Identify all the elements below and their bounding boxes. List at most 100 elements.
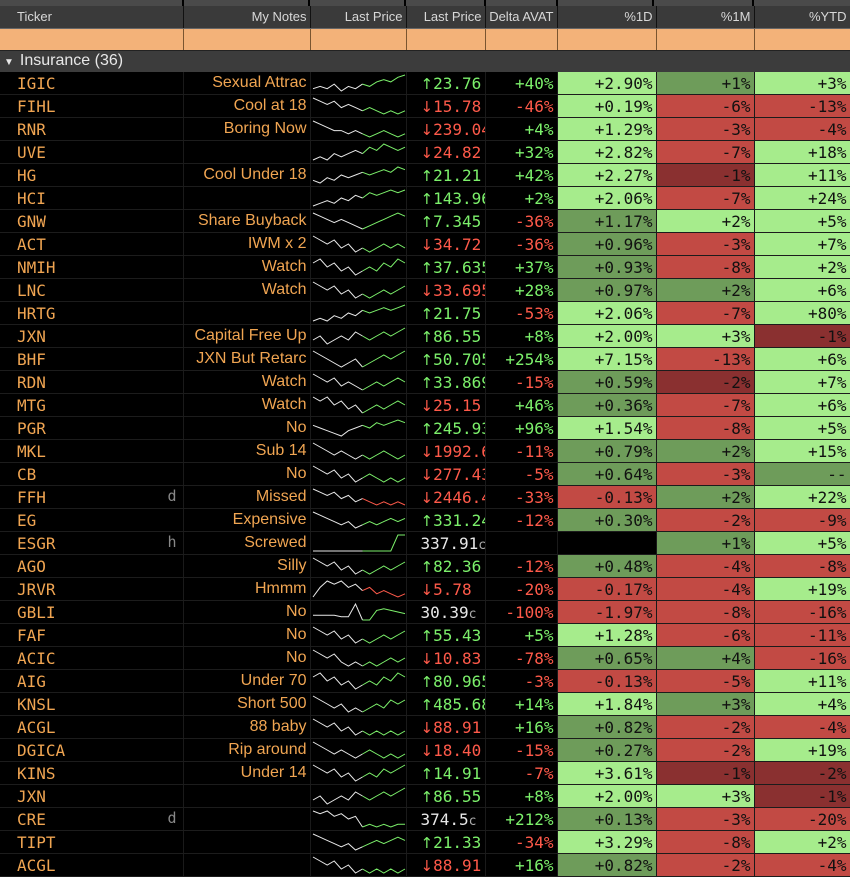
table-row[interactable]: MKL Sub 14 ↓1992.62-11%+0.79%+2%+15% [0, 439, 850, 463]
table-row[interactable]: DGICA Rip around ↓18.40 -15% +0.27% -2% +19% [0, 738, 850, 762]
ticker-cell[interactable]: UVE [0, 140, 184, 164]
ticker-cell[interactable]: TIPT [0, 830, 184, 854]
table-row[interactable]: KNSL Short 500 ↑485.685+14%+1.84%+3%+4% [0, 692, 850, 716]
table-row[interactable]: NMIH Watch ↑37.635+37%+0.93%-8%+2% [0, 255, 850, 279]
ticker-cell[interactable]: NMIH [0, 255, 184, 279]
notes-cell[interactable]: Expensive [183, 508, 311, 532]
ticker-cell[interactable]: IGIC [0, 72, 184, 95]
table-row[interactable]: BHF JXN But Retarc ↑50.705+254%+7.15%-13%+… [0, 347, 850, 371]
notes-cell[interactable]: Missed [183, 485, 311, 509]
ticker-cell[interactable]: PGR [0, 416, 184, 440]
col-header-pct-1d[interactable]: %1D [557, 6, 657, 29]
table-row[interactable]: ACT IWM x 2 ↓34.72 -36% +0.96% -3% +7% [0, 232, 850, 256]
notes-cell[interactable]: Capital Free Up [183, 324, 311, 348]
col-header-ticker[interactable]: Ticker [0, 6, 184, 29]
table-row[interactable]: JXN ↑86.55 +8% +2.00% +3% -1% [0, 784, 850, 808]
ticker-cell[interactable]: HCI [0, 186, 184, 210]
ticker-cell[interactable]: ACT [0, 232, 184, 256]
table-row[interactable]: HG Cool Under 18 ↑21.21 +42% +2.27% -1% +11% [0, 163, 850, 187]
collapse-triangle-icon[interactable]: ▼ [4, 57, 14, 68]
notes-cell[interactable]: No [183, 646, 311, 670]
notes-cell[interactable] [183, 830, 311, 854]
table-row[interactable]: RDN Watch ↑33.869-15%+0.59%-2%+7% [0, 370, 850, 394]
col-header-notes[interactable]: My Notes [183, 6, 311, 29]
notes-cell[interactable]: Sub 14 [183, 439, 311, 463]
notes-cell[interactable]: No [183, 623, 311, 647]
notes-cell[interactable] [183, 140, 311, 164]
notes-cell[interactable]: Boring Now [183, 117, 311, 141]
ticker-cell[interactable]: MTG [0, 393, 184, 417]
notes-cell[interactable]: JXN But Retarc [183, 347, 311, 371]
filter-pct-ytd[interactable] [754, 28, 850, 51]
table-row[interactable]: JXN Capital Free Up ↑86.55 +8% +2.00% +3% -1% [0, 324, 850, 348]
ticker-cell[interactable]: CRE d [0, 807, 184, 831]
ticker-cell[interactable]: AIG [0, 669, 184, 693]
ticker-cell[interactable]: GNW [0, 209, 184, 233]
table-row[interactable]: FAF No ↑55.43 +5% +1.28% -6% -11% [0, 623, 850, 647]
table-row[interactable]: CB No ↓277.435-5%+0.64%-3%-- [0, 462, 850, 486]
notes-cell[interactable]: IWM x 2 [183, 232, 311, 256]
notes-cell[interactable]: Silly [183, 554, 311, 578]
notes-cell[interactable]: 88 baby [183, 715, 311, 739]
ticker-cell[interactable]: MKL [0, 439, 184, 463]
notes-cell[interactable] [183, 784, 311, 808]
notes-cell[interactable]: Sexual Attrac [183, 72, 311, 95]
notes-cell[interactable]: Watch [183, 370, 311, 394]
notes-cell[interactable]: Watch [183, 278, 311, 302]
ticker-cell[interactable]: KNSL [0, 692, 184, 716]
filter-pct-1m[interactable] [656, 28, 755, 51]
ticker-cell[interactable]: FIHL [0, 94, 184, 118]
table-row[interactable]: KINS Under 14 ↑14.91 -7% +3.61% -1% -2% [0, 761, 850, 785]
table-row[interactable]: FFH d Missed ↓2446.41-33%-0.13%+2%+22% [0, 485, 850, 509]
table-row[interactable]: FIHL Cool at 18 ↓15.78 -46% +0.19% -6% -13% [0, 94, 850, 118]
ticker-cell[interactable]: CB [0, 462, 184, 486]
filter-spark[interactable] [310, 28, 407, 51]
notes-cell[interactable]: Share Buyback [183, 209, 311, 233]
notes-cell[interactable]: No [183, 462, 311, 486]
notes-cell[interactable]: Under 14 [183, 761, 311, 785]
table-row[interactable]: CRE d 374.5c +212% +0.13% -3% -20% [0, 807, 850, 831]
ticker-cell[interactable]: LNC [0, 278, 184, 302]
ticker-cell[interactable]: BHF [0, 347, 184, 371]
ticker-cell[interactable]: EG [0, 508, 184, 532]
notes-cell[interactable]: Rip around [183, 738, 311, 762]
ticker-cell[interactable]: ACGL [0, 853, 184, 877]
ticker-cell[interactable]: ACGL [0, 715, 184, 739]
table-row[interactable]: PGR No ↑245.935+96%+1.54%-8%+5% [0, 416, 850, 440]
notes-cell[interactable]: No [183, 600, 311, 624]
notes-cell[interactable]: No [183, 416, 311, 440]
ticker-cell[interactable]: ACIC [0, 646, 184, 670]
ticker-cell[interactable]: FFH d [0, 485, 184, 509]
filter-delta[interactable] [485, 28, 558, 51]
table-row[interactable]: LNC Watch ↓33.695+28%+0.97%+2%+6% [0, 278, 850, 302]
col-header-delta[interactable]: Delta AVAT [485, 6, 558, 29]
ticker-cell[interactable]: JRVR [0, 577, 184, 601]
notes-cell[interactable]: Cool Under 18 [183, 163, 311, 187]
notes-cell[interactable]: Watch [183, 255, 311, 279]
table-row[interactable]: MTG Watch ↓25.15 +46% +0.36% -7% +6% [0, 393, 850, 417]
ticker-cell[interactable]: JXN [0, 784, 184, 808]
ticker-cell[interactable]: ESGR h [0, 531, 184, 555]
ticker-cell[interactable]: FAF [0, 623, 184, 647]
col-header-spark[interactable]: Last Price [310, 6, 407, 29]
ticker-cell[interactable]: GBLI [0, 600, 184, 624]
filter-ticker[interactable] [0, 28, 184, 51]
notes-cell[interactable] [183, 301, 311, 325]
notes-cell[interactable] [183, 186, 311, 210]
notes-cell[interactable]: Cool at 18 [183, 94, 311, 118]
table-row[interactable]: HRTG ↑21.75 -53% +2.06% -7% +80% [0, 301, 850, 325]
notes-cell[interactable]: Under 70 [183, 669, 311, 693]
group-header-insurance[interactable]: ▼ Insurance (36) [0, 50, 850, 72]
table-row[interactable]: GBLI No 30.39c -100% -1.97% -8% -16% [0, 600, 850, 624]
notes-cell[interactable] [183, 853, 311, 877]
table-row[interactable]: RNR Boring Now ↓239.04+4%+1.29%-3%-4% [0, 117, 850, 141]
table-row[interactable]: AGO Silly ↑82.36 -12% +0.48% -4% -8% [0, 554, 850, 578]
ticker-cell[interactable]: HG [0, 163, 184, 187]
table-row[interactable]: UVE ↓24.82 +32% +2.82% -7% +18% [0, 140, 850, 164]
ticker-cell[interactable]: JXN [0, 324, 184, 348]
table-row[interactable]: TIPT ↑21.33 -34% +3.29% -8% +2% [0, 830, 850, 854]
table-row[interactable]: AIG Under 70 ↑80.965-3%-0.13%-5%+11% [0, 669, 850, 693]
notes-cell[interactable]: Hmmm [183, 577, 311, 601]
table-row[interactable]: GNW Share Buyback ↑7.345 -36% +1.17% +2% +5% [0, 209, 850, 233]
filter-pct-1d[interactable] [557, 28, 657, 51]
